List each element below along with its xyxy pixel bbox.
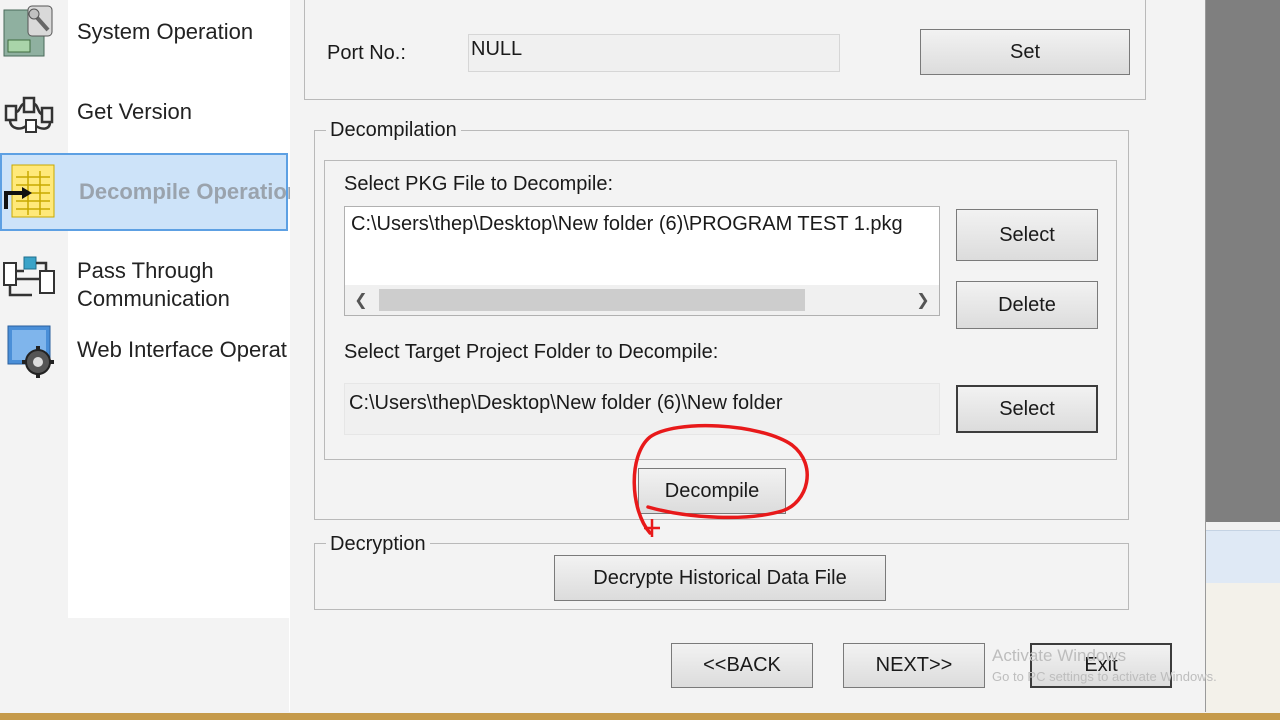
scroll-right-icon[interactable]: ❯	[911, 289, 935, 311]
pkg-file-path[interactable]: C:\Users\thep\Desktop\New folder (6)\PRO…	[351, 213, 903, 236]
background-band	[1206, 530, 1280, 584]
scrollbar-thumb[interactable]	[379, 289, 805, 311]
sidebar-item-label: Get Version	[77, 99, 192, 124]
horizontal-scrollbar[interactable]: ❮ ❯	[345, 285, 939, 315]
back-button[interactable]: <<BACK	[671, 643, 813, 688]
pass-through-icon	[2, 251, 58, 307]
sidebar-item-pass-through-communication[interactable]: Pass Through Communication	[0, 245, 288, 321]
sidebar-item-label-line2: Communication	[77, 286, 230, 311]
select-pkg-button[interactable]: Select	[956, 209, 1098, 261]
sidebar-item-label-line1: Pass Through	[77, 258, 214, 283]
set-button[interactable]: Set	[920, 29, 1130, 75]
pkg-file-list[interactable]: C:\Users\thep\Desktop\New folder (6)\PRO…	[344, 206, 940, 316]
main-panel: Port No.: NULL Set Decompilation Select …	[290, 0, 1217, 712]
port-field[interactable]: NULL	[468, 34, 840, 72]
delete-button[interactable]: Delete	[956, 281, 1098, 329]
select-target-button[interactable]: Select	[956, 385, 1098, 433]
decompilation-title: Decompilation	[326, 119, 461, 142]
decompile-button[interactable]: Decompile	[638, 468, 786, 514]
activation-watermark-subtitle: Go to PC settings to activate Windows.	[992, 669, 1217, 684]
system-operation-icon	[2, 2, 58, 58]
activation-watermark-title: Activate Windows	[992, 646, 1127, 665]
target-folder-label: Select Target Project Folder to Decompil…	[344, 341, 719, 363]
taskbar-edge	[0, 713, 1280, 720]
sidebar: System Operation Get Version Decompile O…	[0, 0, 290, 712]
target-folder-field[interactable]: C:\Users\thep\Desktop\New folder (6)\New…	[344, 383, 940, 435]
decompile-operation-icon	[2, 163, 58, 219]
background-panel	[1206, 0, 1280, 522]
sidebar-item-web-interface-operation[interactable]: Web Interface Operation	[0, 322, 288, 392]
port-label: Port No.:	[327, 42, 406, 64]
web-interface-icon	[2, 322, 58, 378]
background-area	[1206, 583, 1280, 720]
sidebar-item-decompile-operation[interactable]: Decompile Operation	[0, 153, 290, 231]
sidebar-item-label: System Operation	[77, 19, 254, 44]
background-window	[1206, 0, 1280, 720]
sidebar-item-system-operation[interactable]: System Operation	[0, 0, 288, 70]
next-button[interactable]: NEXT>>	[843, 643, 985, 688]
get-version-icon	[2, 86, 58, 142]
decrypt-historical-data-button[interactable]: Decrypte Historical Data File	[554, 555, 886, 601]
pkg-file-label: Select PKG File to Decompile:	[344, 173, 613, 195]
sidebar-item-label: Decompile Operation	[79, 179, 290, 204]
decryption-title: Decryption	[326, 533, 430, 556]
sidebar-footer	[68, 618, 289, 712]
scroll-left-icon[interactable]: ❮	[349, 289, 373, 311]
decompile-dialog: System Operation Get Version Decompile O…	[0, 0, 1217, 712]
sidebar-item-get-version[interactable]: Get Version	[0, 80, 288, 150]
sidebar-item-label: Web Interface Operation	[77, 337, 288, 362]
